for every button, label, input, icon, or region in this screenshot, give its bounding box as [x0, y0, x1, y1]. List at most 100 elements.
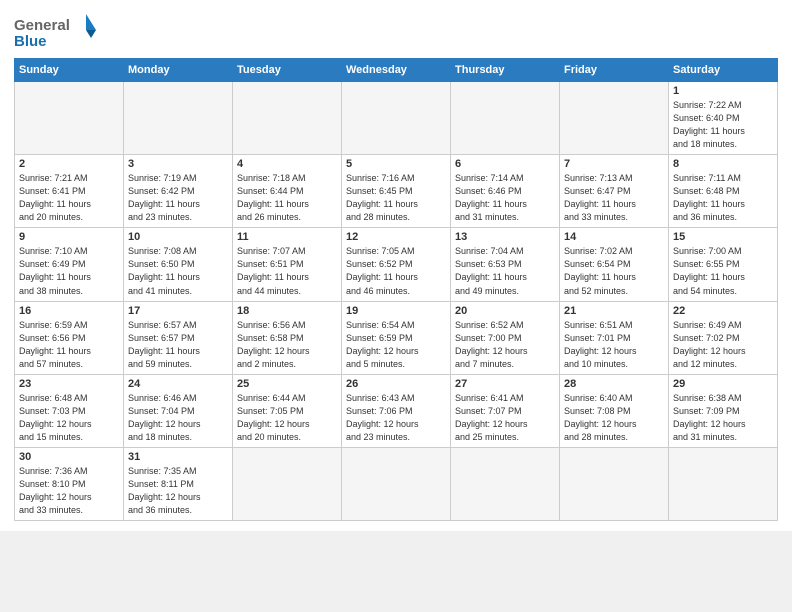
calendar-cell [342, 447, 451, 520]
day-info: Sunrise: 6:57 AMSunset: 6:57 PMDaylight:… [128, 319, 228, 371]
day-number: 22 [673, 305, 773, 317]
day-number: 20 [455, 305, 555, 317]
day-info: Sunrise: 7:18 AMSunset: 6:44 PMDaylight:… [237, 172, 337, 224]
calendar-cell: 17 Sunrise: 6:57 AMSunset: 6:57 PMDayligh… [124, 301, 233, 374]
day-number: 9 [19, 231, 119, 243]
calendar-cell [342, 82, 451, 155]
calendar-cell [15, 82, 124, 155]
day-number: 12 [346, 231, 446, 243]
day-number: 30 [19, 451, 119, 463]
day-info: Sunrise: 7:36 AMSunset: 8:10 PMDaylight:… [19, 465, 119, 517]
calendar-cell: 19Sunrise: 6:54 AMSunset: 6:59 PMDayligh… [342, 301, 451, 374]
calendar-cell: 24 Sunrise: 6:46 AMSunset: 7:04 PMDayligh… [124, 374, 233, 447]
day-number: 28 [564, 378, 664, 390]
day-number: 6 [455, 158, 555, 170]
day-info: Sunrise: 6:44 AMSunset: 7:05 PMDaylight:… [237, 392, 337, 444]
calendar-cell: 15Sunrise: 7:00 AMSunset: 6:55 PMDayligh… [669, 228, 778, 301]
day-number: 1 [673, 85, 773, 97]
weekday-header-saturday: Saturday [669, 59, 778, 82]
svg-text:General: General [14, 17, 70, 34]
day-number: 8 [673, 158, 773, 170]
calendar-cell [560, 447, 669, 520]
day-info: Sunrise: 7:02 AMSunset: 6:54 PMDaylight:… [564, 245, 664, 297]
calendar-cell: 13Sunrise: 7:04 AMSunset: 6:53 PMDayligh… [451, 228, 560, 301]
weekday-header-thursday: Thursday [451, 59, 560, 82]
day-info: Sunrise: 7:19 AMSunset: 6:42 PMDaylight:… [128, 172, 228, 224]
day-info: Sunrise: 7:11 AMSunset: 6:48 PMDaylight:… [673, 172, 773, 224]
day-info: Sunrise: 7:07 AMSunset: 6:51 PMDaylight:… [237, 245, 337, 297]
day-number: 24 [128, 378, 228, 390]
day-info: Sunrise: 7:35 AMSunset: 8:11 PMDaylight:… [128, 465, 228, 517]
calendar-cell: 27 Sunrise: 6:41 AMSunset: 7:07 PMDayligh… [451, 374, 560, 447]
calendar-cell: 31 Sunrise: 7:35 AMSunset: 8:11 PMDayligh… [124, 447, 233, 520]
week-row-6: 30 Sunrise: 7:36 AMSunset: 8:10 PMDayligh… [15, 447, 778, 520]
weekday-header-friday: Friday [560, 59, 669, 82]
logo: General Blue [14, 12, 104, 52]
day-number: 31 [128, 451, 228, 463]
day-number: 25 [237, 378, 337, 390]
week-row-2: 2Sunrise: 7:21 AMSunset: 6:41 PMDaylight… [15, 155, 778, 228]
calendar-cell: 3 Sunrise: 7:19 AMSunset: 6:42 PMDaylight… [124, 155, 233, 228]
weekday-header-row: SundayMondayTuesdayWednesdayThursdayFrid… [15, 59, 778, 82]
day-info: Sunrise: 6:38 AMSunset: 7:09 PMDaylight:… [673, 392, 773, 444]
day-info: Sunrise: 6:40 AMSunset: 7:08 PMDaylight:… [564, 392, 664, 444]
day-info: Sunrise: 7:13 AMSunset: 6:47 PMDaylight:… [564, 172, 664, 224]
calendar-cell: 25 Sunrise: 6:44 AMSunset: 7:05 PMDayligh… [233, 374, 342, 447]
day-number: 7 [564, 158, 664, 170]
day-info: Sunrise: 6:46 AMSunset: 7:04 PMDaylight:… [128, 392, 228, 444]
day-info: Sunrise: 7:22 AMSunset: 6:40 PMDaylight:… [673, 99, 773, 151]
calendar-cell: 16 Sunrise: 6:59 AMSunset: 6:56 PMDayligh… [15, 301, 124, 374]
day-number: 2 [19, 158, 119, 170]
day-number: 14 [564, 231, 664, 243]
calendar-cell: 18Sunrise: 6:56 AMSunset: 6:58 PMDayligh… [233, 301, 342, 374]
day-number: 16 [19, 305, 119, 317]
week-row-4: 16 Sunrise: 6:59 AMSunset: 6:56 PMDayligh… [15, 301, 778, 374]
calendar: SundayMondayTuesdayWednesdayThursdayFrid… [14, 58, 778, 521]
calendar-cell [233, 447, 342, 520]
calendar-cell: 20Sunrise: 6:52 AMSunset: 7:00 PMDayligh… [451, 301, 560, 374]
day-info: Sunrise: 7:10 AMSunset: 6:49 PMDaylight:… [19, 245, 119, 297]
calendar-cell: 7 Sunrise: 7:13 AMSunset: 6:47 PMDaylight… [560, 155, 669, 228]
calendar-cell: 1 Sunrise: 7:22 AMSunset: 6:40 PMDaylight… [669, 82, 778, 155]
day-number: 10 [128, 231, 228, 243]
calendar-cell [451, 447, 560, 520]
generalblue-logo: General Blue [14, 12, 104, 52]
calendar-cell: 2Sunrise: 7:21 AMSunset: 6:41 PMDaylight… [15, 155, 124, 228]
calendar-cell [669, 447, 778, 520]
day-number: 21 [564, 305, 664, 317]
day-number: 19 [346, 305, 446, 317]
day-number: 27 [455, 378, 555, 390]
day-info: Sunrise: 6:59 AMSunset: 6:56 PMDaylight:… [19, 319, 119, 371]
day-number: 26 [346, 378, 446, 390]
calendar-cell: 10 Sunrise: 7:08 AMSunset: 6:50 PMDayligh… [124, 228, 233, 301]
calendar-cell: 5Sunrise: 7:16 AMSunset: 6:45 PMDaylight… [342, 155, 451, 228]
calendar-cell: 14 Sunrise: 7:02 AMSunset: 6:54 PMDayligh… [560, 228, 669, 301]
weekday-header-monday: Monday [124, 59, 233, 82]
day-number: 17 [128, 305, 228, 317]
calendar-cell: 22Sunrise: 6:49 AMSunset: 7:02 PMDayligh… [669, 301, 778, 374]
week-row-3: 9 Sunrise: 7:10 AMSunset: 6:49 PMDaylight… [15, 228, 778, 301]
day-number: 29 [673, 378, 773, 390]
day-info: Sunrise: 6:41 AMSunset: 7:07 PMDaylight:… [455, 392, 555, 444]
calendar-cell: 29 Sunrise: 6:38 AMSunset: 7:09 PMDayligh… [669, 374, 778, 447]
calendar-cell [124, 82, 233, 155]
header: General Blue [14, 12, 778, 52]
day-info: Sunrise: 7:08 AMSunset: 6:50 PMDaylight:… [128, 245, 228, 297]
calendar-cell: 21Sunrise: 6:51 AMSunset: 7:01 PMDayligh… [560, 301, 669, 374]
calendar-cell: 6Sunrise: 7:14 AMSunset: 6:46 PMDaylight… [451, 155, 560, 228]
weekday-header-wednesday: Wednesday [342, 59, 451, 82]
calendar-cell: 4 Sunrise: 7:18 AMSunset: 6:44 PMDaylight… [233, 155, 342, 228]
calendar-cell: 23Sunrise: 6:48 AMSunset: 7:03 PMDayligh… [15, 374, 124, 447]
calendar-cell [560, 82, 669, 155]
day-info: Sunrise: 7:04 AMSunset: 6:53 PMDaylight:… [455, 245, 555, 297]
weekday-header-tuesday: Tuesday [233, 59, 342, 82]
weekday-header-sunday: Sunday [15, 59, 124, 82]
day-number: 15 [673, 231, 773, 243]
calendar-cell: 28 Sunrise: 6:40 AMSunset: 7:08 PMDayligh… [560, 374, 669, 447]
day-info: Sunrise: 7:16 AMSunset: 6:45 PMDaylight:… [346, 172, 446, 224]
calendar-cell: 9 Sunrise: 7:10 AMSunset: 6:49 PMDaylight… [15, 228, 124, 301]
day-info: Sunrise: 6:56 AMSunset: 6:58 PMDaylight:… [237, 319, 337, 371]
calendar-cell [233, 82, 342, 155]
day-number: 4 [237, 158, 337, 170]
day-number: 3 [128, 158, 228, 170]
